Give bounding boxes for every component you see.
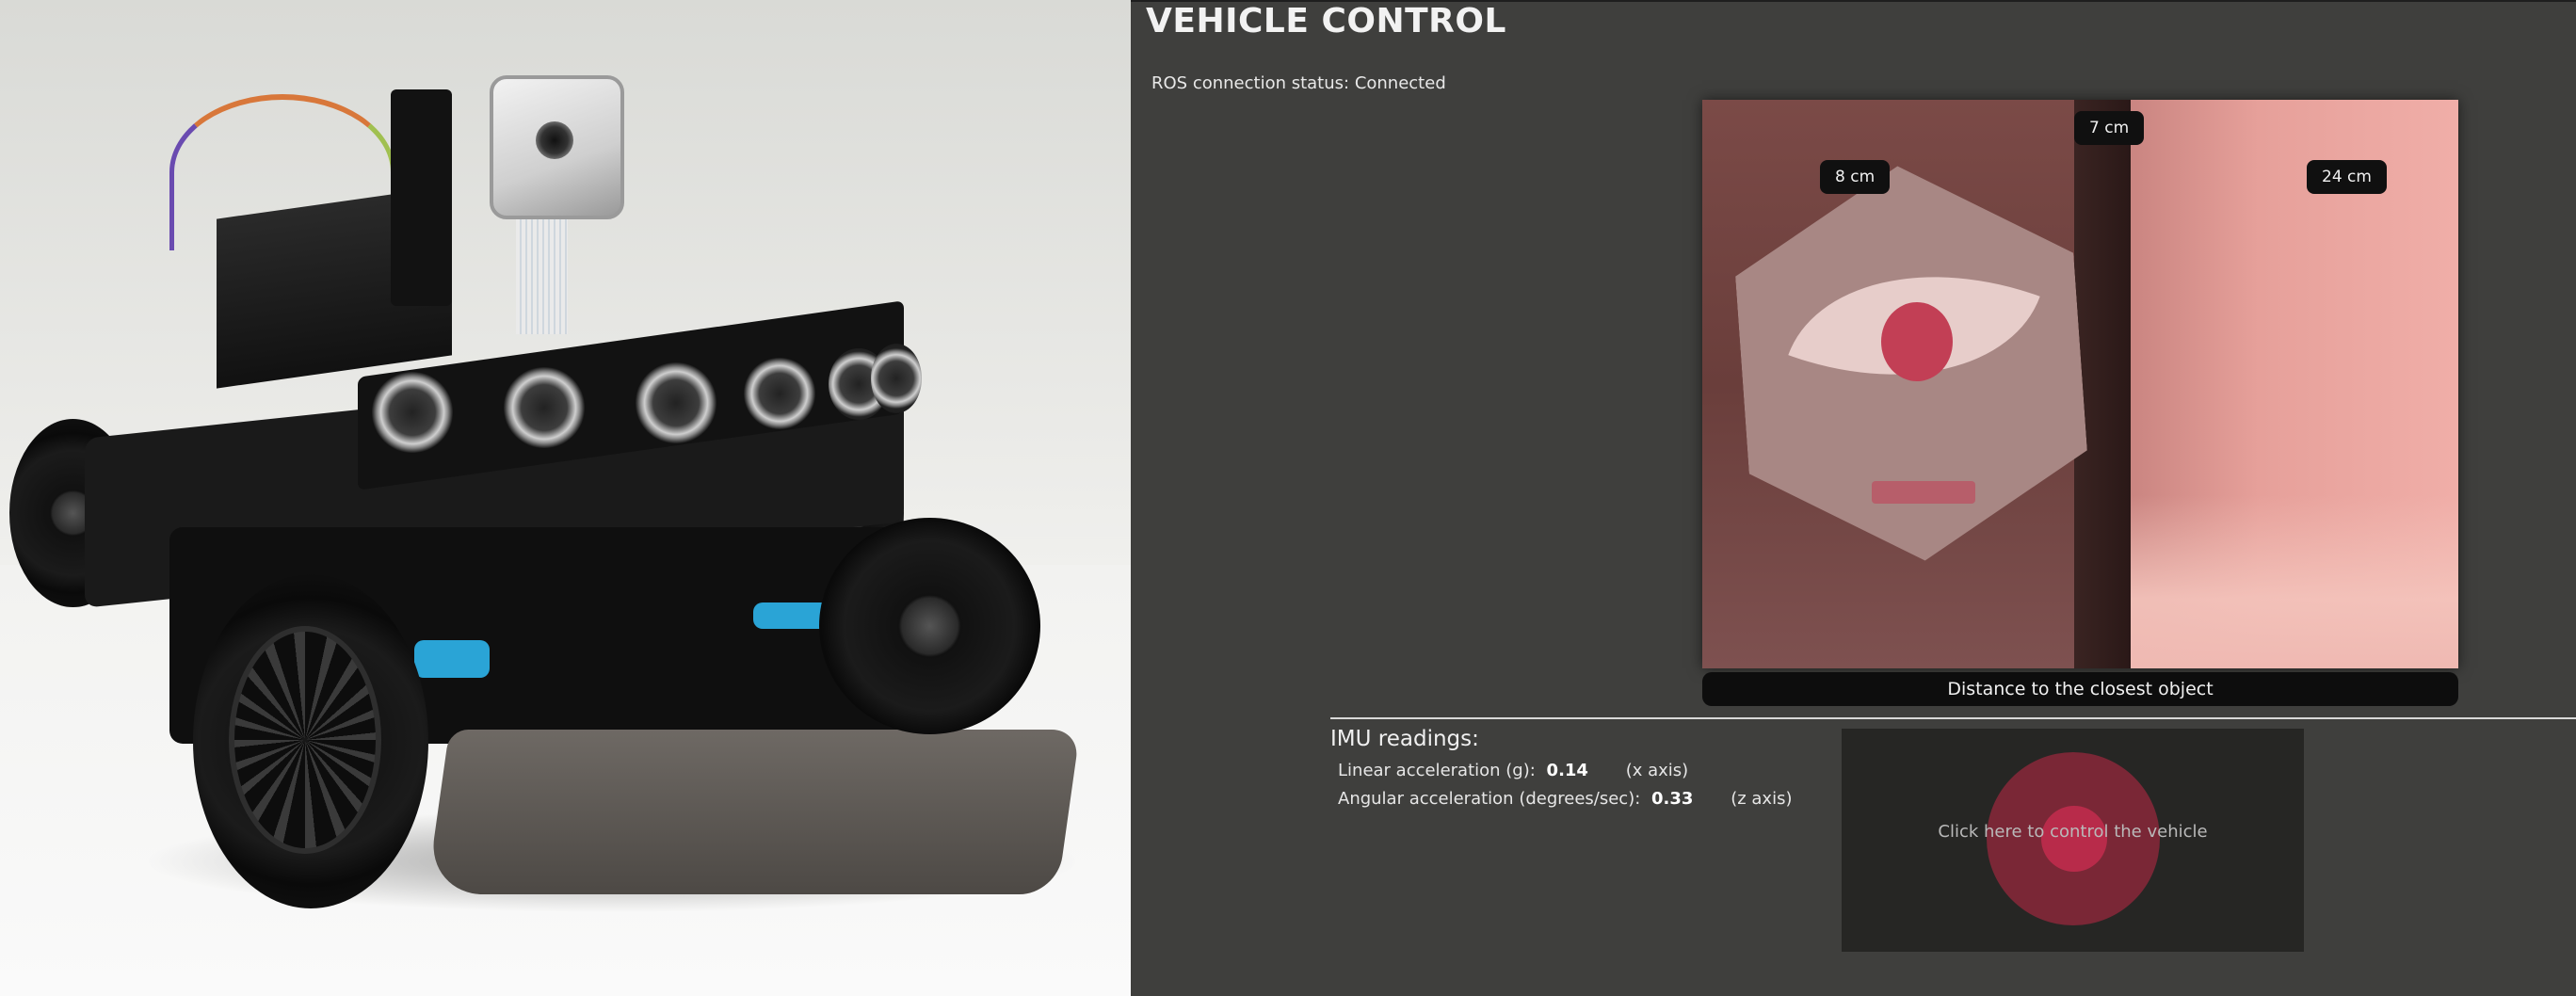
ultrasonic-sensor — [504, 367, 585, 448]
control-panel: VEHICLE CONTROL ROS connection status: C… — [1131, 0, 2576, 996]
ultrasonic-sensor — [871, 344, 922, 413]
imu-linear-row: Linear acceleration (g): 0.14 (x axis) — [1338, 761, 1688, 780]
distance-caption: Distance to the closest object — [1702, 672, 2458, 706]
imu-linear-label: Linear acceleration (g): — [1338, 761, 1536, 780]
feed-floor — [2126, 495, 2458, 668]
section-divider — [1330, 717, 2576, 719]
camera-module — [490, 75, 624, 219]
imu-angular-row: Angular acceleration (degrees/sec): 0.33… — [1338, 789, 1792, 809]
feed-red-marking — [1872, 481, 1975, 504]
ultrasonic-sensor — [372, 372, 453, 453]
camera-lens — [536, 121, 573, 159]
imu-angular-value: 0.33 — [1651, 789, 1694, 809]
page-title: VEHICLE CONTROL — [1146, 2, 1506, 40]
camera-mount — [391, 89, 452, 306]
vehicle-control-pad[interactable]: Click here to control the vehicle — [1842, 729, 2304, 952]
front-left-rim — [229, 626, 381, 854]
ultrasonic-sensor — [744, 358, 815, 429]
imu-title: IMU readings: — [1330, 727, 1479, 751]
ultrasonic-sensor — [636, 362, 716, 443]
control-hint-text: Click here to control the vehicle — [1938, 822, 2208, 842]
distance-label-top: 7 cm — [2074, 111, 2145, 145]
front-right-wheel — [819, 518, 1040, 734]
vehicle-photo — [0, 0, 1131, 996]
distance-label-left: 8 cm — [1820, 160, 1891, 194]
foam-bumper — [426, 730, 1081, 894]
imu-angular-axis: (z axis) — [1731, 789, 1793, 809]
feed-eye-pupil — [1881, 302, 1953, 381]
blue-suspension-left — [414, 640, 490, 678]
imu-angular-label: Angular acceleration (degrees/sec): — [1338, 789, 1641, 809]
feed-corner-edge — [2074, 100, 2131, 668]
ros-connection-status: ROS connection status: Connected — [1151, 73, 1446, 93]
app-root: VEHICLE CONTROL ROS connection status: C… — [0, 0, 2576, 996]
imu-linear-value: 0.14 — [1546, 761, 1588, 780]
front-left-wheel — [193, 574, 428, 908]
ribbon-cable — [516, 212, 568, 334]
distance-label-right: 24 cm — [2307, 160, 2387, 194]
imu-linear-axis: (x axis) — [1625, 761, 1689, 780]
